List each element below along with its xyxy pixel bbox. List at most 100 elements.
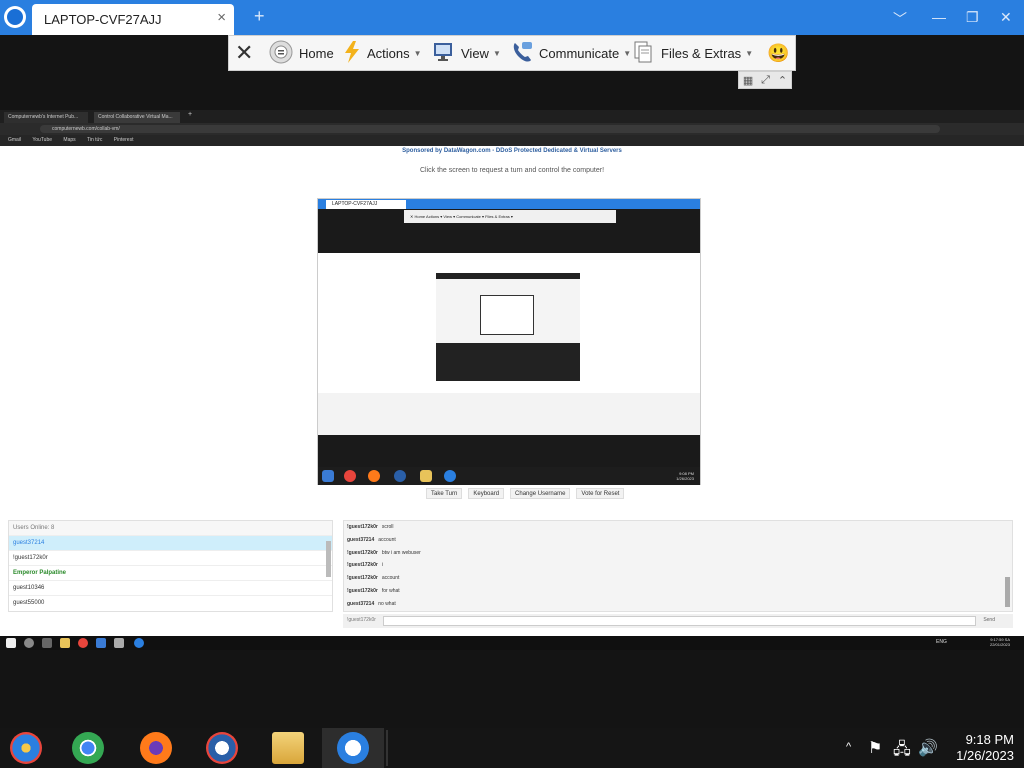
chat-user: !guest172k0r: [347, 524, 378, 530]
firefox-icon[interactable]: [140, 732, 172, 764]
vm-controls: Take Turn Keyboard Change Username Vote …: [426, 488, 625, 500]
remote-tab[interactable]: Control Collaborative Virtual Ma...: [94, 112, 180, 123]
users-online-panel: Users Online: 8 guest37214 !guest172k0r …: [8, 520, 333, 612]
take-turn-button[interactable]: Take Turn: [426, 488, 463, 499]
remote-screen[interactable]: Computernewb's Internet Pub... Control C…: [0, 110, 1024, 650]
bookmark[interactable]: Pinterest: [114, 137, 134, 143]
close-icon: ✕: [235, 40, 254, 65]
close-tab-icon[interactable]: ×: [217, 9, 226, 26]
start-icon[interactable]: [6, 638, 16, 648]
remote-tab[interactable]: Computernewb's Internet Pub...: [4, 112, 88, 123]
nested-inner-display: [480, 295, 534, 335]
send-button[interactable]: Send: [983, 617, 995, 623]
caret-down-icon: ▼: [413, 48, 422, 58]
smiley-icon: 😃: [767, 42, 790, 63]
app-icon[interactable]: [114, 638, 124, 648]
network-icon[interactable]: 🖧: [893, 738, 911, 765]
feedback-button[interactable]: 😃: [767, 36, 789, 70]
nested-title-bar: LAPTOP-CVF27AJJ: [318, 199, 700, 209]
caret-down-icon: ▼: [745, 48, 754, 58]
file-manager-icon[interactable]: [272, 732, 304, 764]
sub-toolbar: ▦ ⤢ ⌃: [738, 71, 792, 89]
chat-message: !guest172k0r btw i am webuser: [344, 547, 1012, 560]
user-row[interactable]: guest55000: [9, 595, 332, 610]
chat-text: for what: [381, 587, 400, 594]
user-row[interactable]: Emperor Palpatine: [9, 565, 332, 580]
fullscreen-icon[interactable]: ⤢: [761, 74, 770, 87]
vote-reset-button[interactable]: Vote for Reset: [576, 488, 625, 499]
actions-menu[interactable]: Actions ▼: [343, 36, 422, 70]
chevron-down-icon[interactable]: ﹀: [893, 9, 907, 29]
home-button[interactable]: Home: [269, 36, 334, 70]
chat-scrollbar[interactable]: [1005, 577, 1010, 607]
close-session-button[interactable]: ✕: [235, 36, 253, 70]
teamviewer-icon[interactable]: [134, 638, 144, 648]
remote-clock[interactable]: 9:17:59 SA 22/01/2023: [990, 637, 1010, 647]
sponsored-link[interactable]: Sponsored by DataWagon.com - DDoS Protec…: [0, 148, 1024, 154]
chrome-icon[interactable]: [78, 638, 88, 648]
nested-tab-title: LAPTOP-CVF27AJJ: [326, 200, 406, 209]
files-extras-label: Files & Extras: [661, 45, 742, 61]
keyboard-button[interactable]: Keyboard: [468, 488, 505, 499]
search-icon[interactable]: [24, 638, 34, 648]
teamviewer-icon: [444, 470, 456, 482]
collapse-toolbar-icon[interactable]: ⌃: [778, 74, 787, 87]
volume-icon[interactable]: 🔊: [918, 738, 938, 758]
chat-message: guest37214 account: [344, 534, 1012, 547]
user-row[interactable]: guest37214: [9, 535, 332, 550]
new-tab-icon[interactable]: +: [188, 111, 192, 118]
chat-user: !guest172k0r: [347, 562, 378, 569]
obama-icon[interactable]: [206, 732, 238, 764]
chrome-icon[interactable]: [72, 732, 104, 764]
files-icon: [633, 40, 655, 67]
remote-browser-tabs: Computernewb's Internet Pub... Control C…: [0, 110, 1024, 123]
url-field[interactable]: computernewb.com/collab-vm/: [40, 125, 940, 133]
chat-text: scroll: [381, 524, 394, 530]
chat-text: account: [378, 536, 396, 543]
clock-date: 1/26/2023: [956, 748, 1014, 763]
bookmark[interactable]: YouTube: [32, 137, 52, 143]
teamviewer-taskbar-button[interactable]: [322, 728, 384, 768]
files-extras-menu[interactable]: Files & Extras ▼: [633, 36, 753, 70]
file-explorer-icon[interactable]: [60, 638, 70, 648]
remote-taskbar: ENG 9:17:59 SA 22/01/2023: [0, 636, 1024, 650]
chat-user: guest37214: [347, 536, 375, 543]
users-scrollbar[interactable]: [326, 541, 331, 577]
app-icon[interactable]: [96, 638, 106, 648]
remote-clock-date: 22/01/2023: [989, 642, 1010, 647]
language-indicator[interactable]: ENG: [936, 639, 947, 645]
user-row[interactable]: !guest172k0r: [9, 550, 332, 565]
chat-input[interactable]: [383, 616, 976, 626]
bookmark[interactable]: Tin tức: [87, 137, 102, 143]
flag-icon[interactable]: ⚑: [868, 738, 882, 758]
user-row[interactable]: guest10346: [9, 580, 332, 595]
task-view-icon[interactable]: [42, 638, 52, 648]
minimize-icon[interactable]: —: [932, 9, 946, 25]
system-clock[interactable]: 9:18 PM 1/26/2023: [944, 732, 1014, 764]
chat-user: !guest172k0r: [347, 587, 378, 594]
chat-user: !guest172k0r: [347, 575, 378, 582]
home-icon: [269, 40, 293, 67]
bookmark[interactable]: Maps: [63, 137, 75, 143]
close-window-icon[interactable]: ✕: [1000, 9, 1012, 26]
bookmark[interactable]: Gmail: [8, 137, 21, 143]
remote-toolbar: ✕ Home Actions ▼ View ▼ Communicate ▼ Fi…: [228, 35, 796, 71]
grid-icon[interactable]: ▦: [743, 74, 753, 87]
communicate-menu[interactable]: Communicate ▼: [511, 36, 631, 70]
nested-page: [318, 253, 700, 435]
maximize-icon[interactable]: ❐: [966, 9, 979, 26]
remote-address-bar: computernewb.com/collab-vm/: [0, 123, 1024, 135]
chevron-up-icon[interactable]: ^: [846, 741, 851, 753]
vm-display[interactable]: LAPTOP-CVF27AJJ ✕ Home Actions ▾ View ▾ …: [317, 198, 701, 485]
view-menu[interactable]: View ▼: [433, 36, 501, 70]
session-tab[interactable]: LAPTOP-CVF27AJJ ×: [32, 4, 234, 35]
nested-chat-area: [318, 393, 700, 435]
caret-down-icon: ▼: [492, 48, 501, 58]
chat-user: !guest172k0r: [347, 549, 378, 556]
change-username-button[interactable]: Change Username: [510, 488, 571, 499]
explorer-icon[interactable]: [10, 732, 42, 764]
new-tab-icon[interactable]: +: [254, 6, 265, 27]
caret-down-icon: ▼: [623, 48, 632, 58]
teamviewer-logo-icon: [4, 6, 26, 28]
session-tab-title: LAPTOP-CVF27AJJ: [44, 12, 162, 27]
